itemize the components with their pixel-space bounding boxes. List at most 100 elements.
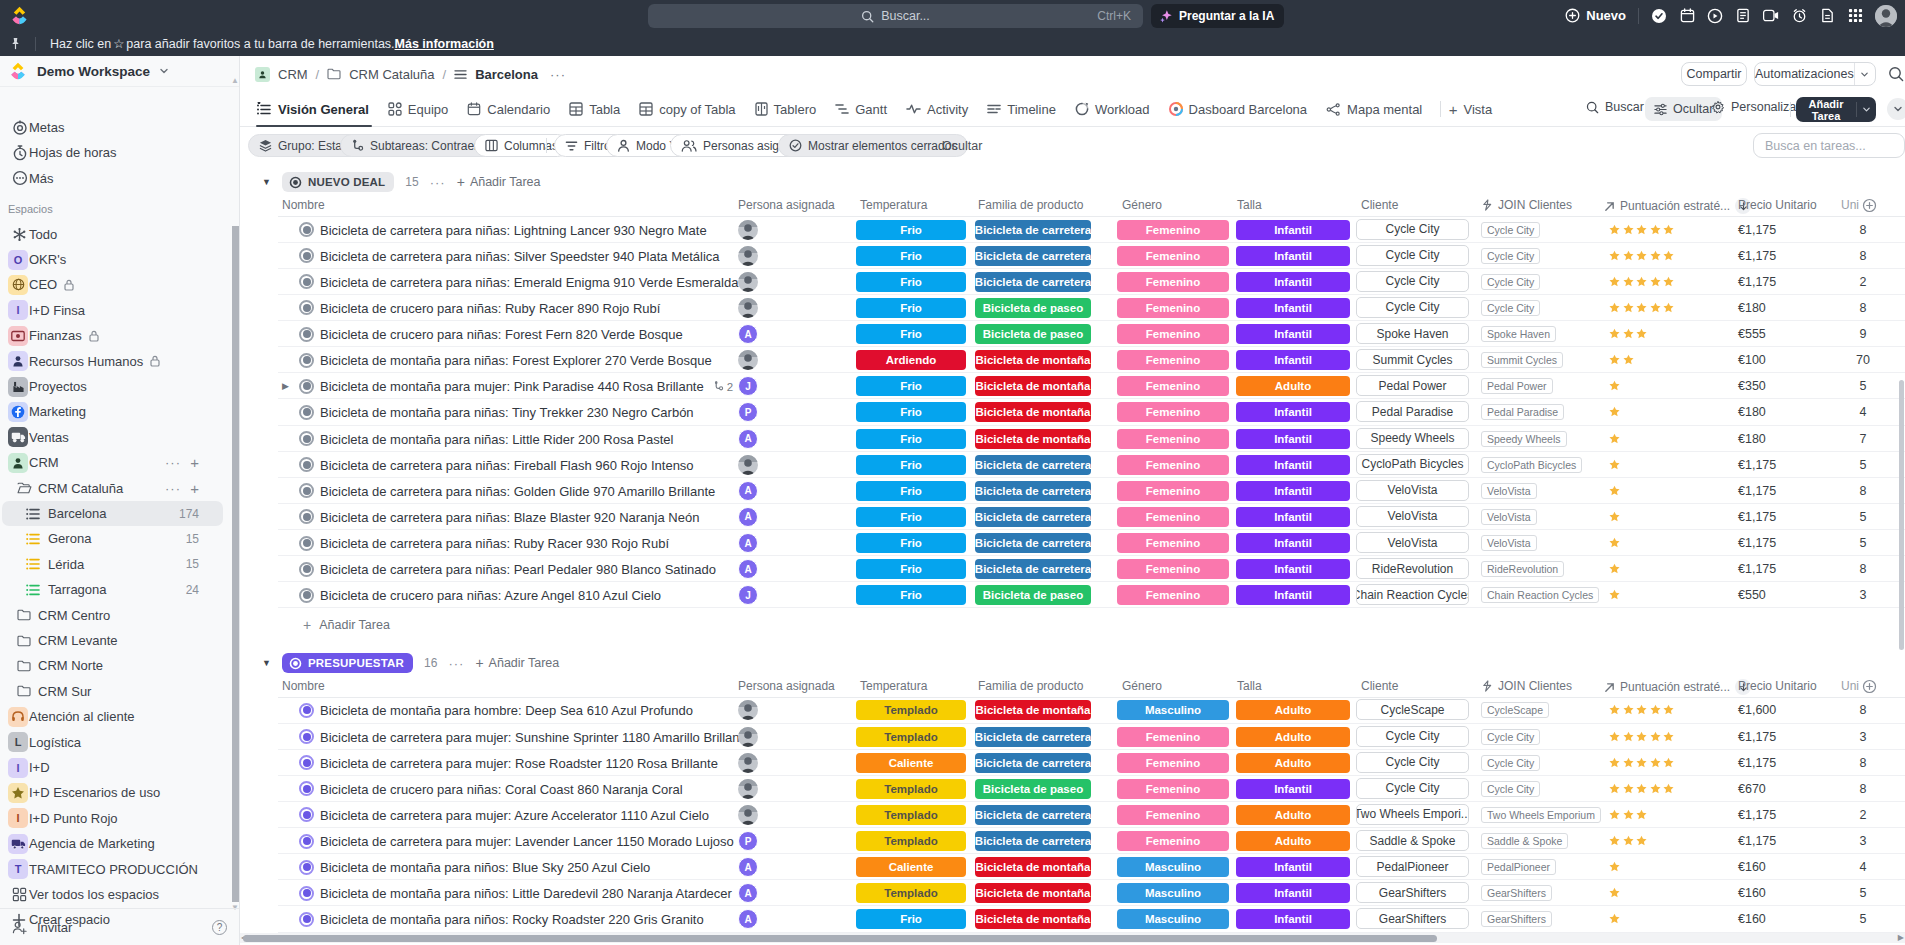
- precio-cell[interactable]: €1,175: [1738, 510, 1776, 524]
- unidades-cell[interactable]: 8: [1852, 223, 1874, 237]
- col-precio[interactable]: Precio Unitario: [1738, 679, 1817, 693]
- join-clientes-chip[interactable]: Summit Cycles: [1481, 352, 1563, 368]
- task-name[interactable]: Bicicleta de montaña para niños: Rocky R…: [320, 912, 704, 927]
- unidades-cell[interactable]: 5: [1852, 379, 1874, 393]
- task-row[interactable]: Bicicleta de carretera para niñas: Ruby …: [240, 530, 1905, 556]
- puntuacion-stars[interactable]: [1609, 809, 1647, 820]
- sidebar-item-okr-s[interactable]: OOKR's: [2, 247, 223, 272]
- task-row[interactable]: Bicicleta de carretera para mujer: Laven…: [240, 828, 1905, 854]
- assignee-avatar-initial[interactable]: J: [738, 585, 758, 605]
- sidebar-item-crm-norte[interactable]: CRM Norte: [2, 653, 223, 678]
- temperatura-pill[interactable]: Frio: [856, 533, 966, 553]
- task-row[interactable]: Bicicleta de carretera para niñas: Fireb…: [240, 452, 1905, 478]
- genero-pill[interactable]: Masculino: [1117, 909, 1229, 929]
- talla-pill[interactable]: Infantil: [1236, 429, 1350, 449]
- temperatura-pill[interactable]: Templado: [856, 727, 966, 747]
- expand-subtasks-caret[interactable]: ▶: [282, 381, 289, 391]
- assignee-avatar-initial[interactable]: A: [738, 533, 758, 553]
- temperatura-pill[interactable]: Frio: [856, 246, 966, 266]
- familia-pill[interactable]: Bicicleta de paseo: [975, 779, 1091, 799]
- unidades-cell[interactable]: 8: [1852, 249, 1874, 263]
- unidades-cell[interactable]: 2: [1852, 808, 1874, 822]
- familia-pill[interactable]: Bicicleta de carretera: [975, 831, 1091, 851]
- join-clientes-chip[interactable]: CycloPath Bicycles: [1481, 457, 1582, 473]
- familia-pill[interactable]: Bicicleta de paseo: [975, 324, 1091, 344]
- assignee-avatar-initial[interactable]: A: [738, 507, 758, 527]
- temperatura-pill[interactable]: Frio: [856, 909, 966, 929]
- temperatura-pill[interactable]: Frio: [856, 429, 966, 449]
- puntuacion-stars[interactable]: [1609, 783, 1674, 794]
- task-name[interactable]: Bicicleta de carretera para niñas: Fireb…: [320, 458, 694, 473]
- cliente-cell[interactable]: VeloVista: [1356, 480, 1469, 501]
- task-status-icon[interactable]: [299, 834, 314, 849]
- assignee-avatar-photo[interactable]: [738, 220, 758, 240]
- join-clientes-chip[interactable]: Cycle City: [1481, 300, 1540, 316]
- task-row[interactable]: Bicicleta de carretera para mujer: Rose …: [240, 750, 1905, 776]
- task-status-icon[interactable]: [299, 483, 314, 498]
- add-view-button[interactable]: +Vista: [1449, 101, 1492, 118]
- tab-mapa-mental[interactable]: Mapa mental: [1317, 92, 1432, 126]
- cliente-cell[interactable]: Cycle City: [1356, 752, 1469, 773]
- puntuacion-stars[interactable]: [1609, 704, 1674, 715]
- familia-pill[interactable]: Bicicleta de carretera: [975, 507, 1091, 527]
- talla-pill[interactable]: Infantil: [1236, 857, 1350, 877]
- familia-pill[interactable]: Bicicleta de montaña: [975, 402, 1091, 422]
- precio-cell[interactable]: €1,175: [1738, 484, 1776, 498]
- temperatura-pill[interactable]: Templado: [856, 805, 966, 825]
- temperatura-pill[interactable]: Templado: [856, 700, 966, 720]
- sidebar-item-todo[interactable]: Todo: [2, 222, 223, 247]
- familia-pill[interactable]: Bicicleta de montaña: [975, 857, 1091, 877]
- group-more-button[interactable]: ···: [430, 175, 446, 190]
- talla-pill[interactable]: Adulto: [1236, 376, 1350, 396]
- unidades-cell[interactable]: 3: [1852, 834, 1874, 848]
- puntuacion-stars[interactable]: [1609, 302, 1674, 313]
- col-persona[interactable]: Persona asignada: [738, 679, 835, 693]
- unidades-cell[interactable]: 8: [1852, 301, 1874, 315]
- task-name[interactable]: Bicicleta de carretera para niñas: Light…: [320, 223, 707, 238]
- talla-pill[interactable]: Adulto: [1236, 831, 1350, 851]
- puntuacion-stars[interactable]: [1609, 913, 1620, 924]
- help-icon[interactable]: ?: [212, 920, 227, 935]
- temperatura-pill[interactable]: Frio: [856, 220, 966, 240]
- puntuacion-stars[interactable]: [1609, 224, 1674, 235]
- precio-cell[interactable]: €180: [1738, 301, 1766, 315]
- join-clientes-chip[interactable]: RideRevolution: [1481, 561, 1564, 577]
- assignee-avatar-initial[interactable]: J: [738, 376, 758, 396]
- puntuacion-stars[interactable]: [1609, 406, 1620, 417]
- familia-pill[interactable]: Bicicleta de carretera: [975, 220, 1091, 240]
- col-genero[interactable]: Género: [1122, 679, 1162, 693]
- unidades-cell[interactable]: 5: [1852, 536, 1874, 550]
- group-collapse-caret[interactable]: ▼: [262, 177, 271, 187]
- talla-pill[interactable]: Infantil: [1236, 883, 1350, 903]
- talla-pill[interactable]: Infantil: [1236, 350, 1350, 370]
- task-name[interactable]: Bicicleta de carretera para mujer: Rose …: [320, 756, 718, 771]
- sidebar-item-metas[interactable]: Metas: [2, 115, 223, 140]
- breadcrumb-crm[interactable]: CRM: [278, 67, 308, 82]
- puntuacion-stars[interactable]: [1609, 835, 1647, 846]
- puntuacion-stars[interactable]: [1609, 589, 1620, 600]
- sidebar-item-tramiteco-producci-n[interactable]: TTRAMITECO PRODUCCIÓN: [2, 857, 223, 882]
- sidebar-item-i-d-finsa[interactable]: II+D Finsa: [2, 298, 223, 323]
- group-add-task-button[interactable]: +Añadir Tarea: [457, 174, 541, 190]
- collapse-toolbar-button[interactable]: [1887, 98, 1905, 120]
- sidebar-item-agencia-de-marketing[interactable]: Agencia de Marketing: [2, 831, 223, 856]
- familia-pill[interactable]: Bicicleta de carretera: [975, 533, 1091, 553]
- sidebar-item-tarragona[interactable]: Tarragona24: [2, 577, 223, 602]
- unidades-cell[interactable]: 7: [1852, 432, 1874, 446]
- document-icon[interactable]: [1819, 8, 1835, 24]
- join-clientes-chip[interactable]: Pedal Paradise: [1481, 404, 1564, 420]
- join-clientes-chip[interactable]: VeloVista: [1481, 509, 1537, 525]
- task-name[interactable]: Bicicleta de carretera para niñas: Silve…: [320, 249, 720, 264]
- genero-pill[interactable]: Femenino: [1117, 533, 1229, 553]
- invite-label[interactable]: Invitar: [37, 920, 72, 935]
- item-add-button[interactable]: +: [190, 454, 199, 471]
- cliente-cell[interactable]: Spoke Haven: [1356, 323, 1469, 344]
- task-name[interactable]: Bicicleta de crucero para niñas: Azure A…: [320, 588, 661, 603]
- task-row[interactable]: Bicicleta de montaña para niñas: Forest …: [240, 347, 1905, 373]
- add-task-row[interactable]: +Añadir Tarea: [303, 617, 390, 633]
- cliente-cell[interactable]: Two Wheels Empori...: [1356, 804, 1469, 825]
- precio-cell[interactable]: €180: [1738, 432, 1766, 446]
- task-row[interactable]: Bicicleta de montaña para niños: Little …: [240, 880, 1905, 906]
- tab-dasboard-barcelona[interactable]: Dasboard Barcelona: [1159, 92, 1317, 126]
- genero-pill[interactable]: Femenino: [1117, 559, 1229, 579]
